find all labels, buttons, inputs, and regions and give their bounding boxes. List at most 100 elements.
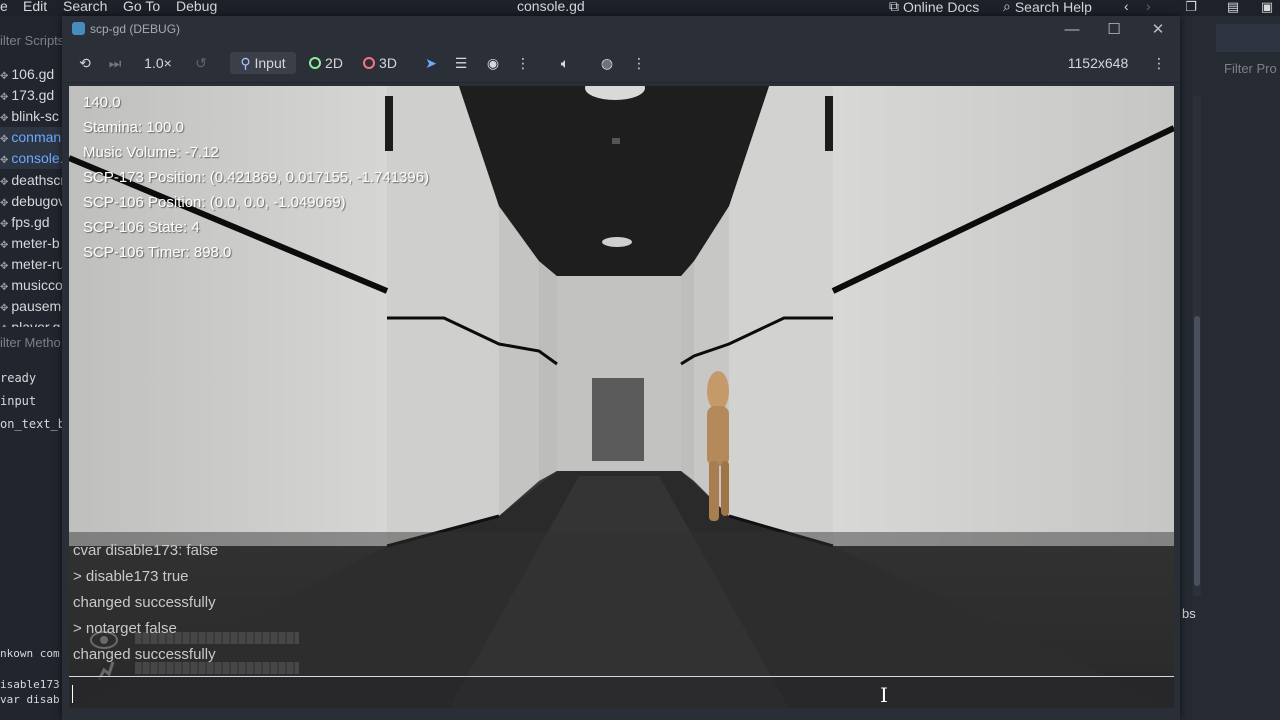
gear-icon: ✥ (0, 134, 9, 145)
gear-icon: ✥ (0, 71, 9, 82)
new-file-icon[interactable]: ▤ (1226, 0, 1240, 14)
output-line: var disab (0, 693, 60, 706)
menu-goto[interactable]: Go To (123, 0, 160, 14)
game-toolbar: ⟲ ⏭ 1.0× ↺ ⚲ Input 2D 3D ➤ ☰ ◉ ⋮ 🔈︎ ◍ ⋮ … (62, 44, 1180, 83)
filter-properties-input[interactable]: Filter Pro (1224, 61, 1277, 76)
output-line: nkown com (0, 647, 60, 660)
script-item-active[interactable]: ✥ console. (0, 148, 64, 169)
minimize-button[interactable]: — (1058, 19, 1086, 41)
game-debug-window: scp-gd (DEBUG) — ☐ ✕ ⟲ ⏭ 1.0× ↺ ⚲ Input … (62, 16, 1180, 720)
pointer-icon: ⚲ (240, 55, 251, 71)
script-item[interactable]: ✥ 106.gd (0, 64, 64, 85)
editor-right-top: ❐ ▤ ▣ (1180, 0, 1280, 16)
embed-toggle-icon[interactable]: ⟲ (74, 52, 96, 74)
script-item[interactable]: ✥ conman. (0, 127, 64, 148)
window-menu-icon[interactable]: ⋮ (1148, 52, 1170, 74)
mode-3d-button[interactable]: 3D (358, 52, 402, 74)
hud-scp173-position: SCP-173 Position: (0.421869, 0.017155, -… (83, 169, 430, 186)
script-item[interactable]: ✥ meter-b (0, 233, 64, 254)
run-meter (135, 662, 299, 674)
window-title: scp-gd (DEBUG) (90, 22, 181, 36)
hud-line: 140.0 (83, 94, 121, 111)
script-item[interactable]: ✥ 173.gd (0, 85, 64, 106)
history-back-button[interactable]: ‹ (1124, 0, 1129, 14)
script-panel: ilter Scripts ✥ 106.gd ✥ 173.gd ✥ blink-sc … (0, 16, 64, 720)
list-select-icon[interactable]: ☰ (450, 52, 472, 74)
bottom-tab-label[interactable]: bs (1182, 606, 1196, 621)
input-mode-button[interactable]: ⚲ Input (230, 52, 296, 74)
game-viewport[interactable]: 140.0 Stamina: 100.0 Music Volume: -7.12… (69, 86, 1174, 708)
online-docs-link[interactable]: ⧉ Online Docs (889, 0, 979, 15)
speaker-icon[interactable]: 🔈︎ (554, 52, 576, 74)
console-panel: cvar disable173: false > disable173 true… (69, 532, 1174, 681)
console-line: > notarget false (73, 620, 177, 637)
file-title: console.gd (517, 0, 585, 14)
maximize-button[interactable]: ☐ (1100, 19, 1128, 41)
close-button[interactable]: ✕ (1144, 19, 1172, 41)
search-icon: ⌕ (1003, 0, 1011, 14)
scp-173-statue (707, 371, 729, 521)
gear-icon: ✥ (0, 113, 9, 124)
text-caret (72, 685, 73, 703)
ibeam-cursor-icon: I (880, 683, 888, 707)
menu-search[interactable]: Search (63, 0, 107, 14)
hud-scp106-timer: SCP-106 Timer: 898.0 (83, 244, 232, 261)
gear-icon: ✥ (0, 240, 9, 251)
filter-scripts-input[interactable]: ilter Scripts (0, 30, 64, 52)
method-item[interactable]: input (0, 394, 36, 416)
camera-icon[interactable]: ◍ (596, 52, 618, 74)
hud-music-volume: Music Volume: -7.12 (83, 144, 219, 161)
method-item[interactable]: ready (0, 371, 36, 393)
external-link-icon: ⧉ (889, 0, 899, 14)
console-input[interactable]: I (69, 676, 1174, 708)
door (592, 378, 644, 461)
reset-speed-icon[interactable]: ↺ (190, 52, 212, 74)
file-icon[interactable]: ▣ (1260, 0, 1274, 14)
hud-scp106-state: SCP-106 State: 4 (83, 219, 200, 236)
gear-icon: ✥ (0, 198, 9, 209)
method-item[interactable]: on_text_b (0, 417, 64, 439)
select-arrow-icon[interactable]: ➤ (420, 52, 442, 74)
console-line: cvar disable173: false (73, 542, 219, 559)
console-line: > disable173 true (73, 568, 189, 585)
gear-icon: ✥ (0, 92, 9, 103)
hud-stamina: Stamina: 100.0 (83, 119, 184, 136)
gear-icon: ✥ (0, 303, 9, 314)
window-titlebar[interactable]: scp-gd (DEBUG) — ☐ ✕ (62, 16, 1180, 44)
history-forward-button[interactable]: › (1146, 0, 1151, 14)
script-item[interactable]: ✥ pauseme (0, 296, 64, 317)
menu-file[interactable]: e (0, 0, 8, 14)
more-options-icon[interactable]: ⋮ (628, 52, 650, 74)
hud-scp106-position: SCP-106 Position: (0.0, 0.0, -1.049069) (83, 194, 346, 211)
menu-debug[interactable]: Debug (176, 0, 217, 14)
inspector-tab[interactable] (1216, 24, 1280, 52)
editor-menubar: e Edit Search Go To Debug console.gd ⧉ O… (0, 0, 1280, 16)
gear-icon: ✥ (0, 282, 9, 293)
godot-logo-icon (72, 22, 85, 35)
search-help-link[interactable]: ⌕ Search Help (1003, 0, 1092, 15)
gear-icon: ✥ (0, 177, 9, 188)
resolution-label: 1152x648 (1067, 55, 1129, 71)
menu-edit[interactable]: Edit (23, 0, 47, 14)
console-line: changed successfully (73, 646, 216, 663)
script-item[interactable]: ✥ debugov (0, 191, 64, 212)
mode-2d-button[interactable]: 2D (304, 52, 348, 74)
script-item[interactable]: ✥ blink-sc (0, 106, 64, 127)
script-item[interactable]: ✥player.g (0, 317, 64, 327)
gear-icon: ✥ (0, 219, 9, 230)
script-item[interactable]: ✥ meter-ru (0, 254, 64, 275)
script-item[interactable]: ✥ musicco (0, 275, 64, 296)
filter-methods-input[interactable]: ilter Metho (0, 332, 64, 354)
output-line: isable173 (0, 678, 60, 691)
gear-icon: ✥ (0, 155, 9, 166)
more-options-icon[interactable]: ⋮ (512, 52, 534, 74)
eye-icon[interactable]: ◉ (482, 52, 504, 74)
step-frame-icon[interactable]: ⏭ (104, 52, 126, 74)
script-item[interactable]: ✥ deathscr (0, 170, 64, 191)
speed-selector[interactable]: 1.0× (138, 52, 178, 74)
inspector-panel: Filter Pro bs (1180, 16, 1280, 720)
circle-3d-icon (363, 57, 376, 69)
window-icon[interactable]: ❐ (1184, 0, 1198, 14)
scrollbar-thumb[interactable] (1194, 316, 1200, 586)
script-item[interactable]: ✥ fps.gd (0, 212, 64, 233)
